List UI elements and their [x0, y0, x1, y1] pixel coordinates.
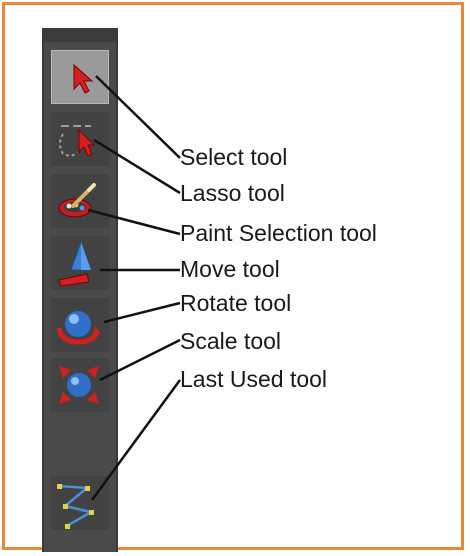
- label-last-used-tool: Last Used tool: [180, 366, 328, 392]
- label-rotate-tool: Rotate tool: [180, 290, 292, 316]
- label-select-tool: Select tool: [180, 144, 288, 170]
- label-paint-selection-tool: Paint Selection tool: [180, 220, 377, 246]
- leader-rotate: [103, 301, 181, 324]
- leader-paint-selection: [87, 208, 181, 236]
- label-lasso-tool: Lasso tool: [180, 180, 285, 206]
- label-move-tool: Move tool: [180, 256, 280, 282]
- leader-scale: [99, 338, 181, 382]
- leader-select: [95, 75, 181, 159]
- leader-last-used: [90, 379, 182, 501]
- label-scale-tool: Scale tool: [180, 328, 282, 354]
- leader-lasso: [93, 138, 181, 195]
